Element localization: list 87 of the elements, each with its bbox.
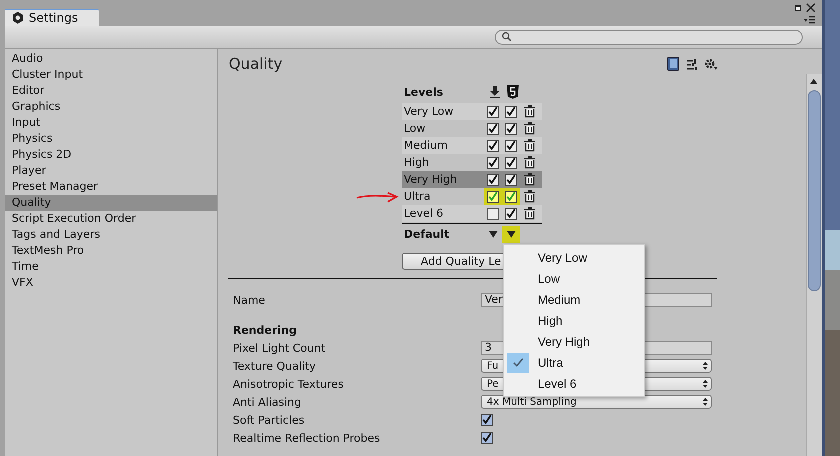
sidebar-item[interactable]: Script Execution Order: [5, 211, 217, 227]
level-name: Ultra: [403, 190, 432, 203]
checkbox[interactable]: [505, 208, 517, 220]
checkbox[interactable]: [487, 208, 499, 220]
level-name: Medium: [403, 139, 449, 152]
menu-item[interactable]: Very High: [504, 331, 644, 352]
sidebar-item[interactable]: Player: [5, 163, 217, 179]
level-name: Very Low: [403, 105, 455, 118]
scrollbar[interactable]: [806, 74, 822, 456]
checkbox[interactable]: [505, 122, 517, 134]
quality-level-row[interactable]: High: [402, 154, 542, 171]
quality-level-row[interactable]: Level 6: [402, 205, 542, 222]
html5-shield-icon: [507, 85, 519, 99]
property-label: Soft Particles: [233, 414, 306, 426]
updown-arrows-icon: [703, 362, 708, 370]
quality-level-row[interactable]: Medium: [402, 137, 542, 154]
level-name: Level 6: [403, 207, 445, 220]
sidebar-item[interactable]: Editor: [5, 83, 217, 99]
sliders-icon[interactable]: [686, 58, 698, 70]
checkbox[interactable]: [505, 106, 517, 118]
updown-arrows-icon: [703, 398, 708, 406]
sidebar-item[interactable]: TextMesh Pro: [5, 243, 217, 259]
level-name: High: [403, 156, 430, 169]
download-icon: [490, 86, 500, 98]
checkbox[interactable]: [487, 106, 499, 118]
sidebar-item[interactable]: Audio: [5, 51, 217, 67]
quality-level-row[interactable]: Very Low: [402, 103, 542, 120]
search-field[interactable]: [495, 30, 803, 44]
trash-icon[interactable]: [524, 105, 536, 118]
property-label: Anisotropic Textures: [233, 378, 345, 390]
checkbox[interactable]: [505, 174, 517, 186]
property-label: Name: [233, 294, 266, 306]
search-icon: [502, 32, 512, 42]
checkbox[interactable]: [487, 140, 499, 152]
property-label: Anti Aliasing: [233, 396, 302, 408]
menu-icon[interactable]: [804, 16, 816, 24]
sidebar-item[interactable]: Input: [5, 115, 217, 131]
default-label: Default: [403, 228, 451, 240]
gear-icon: [11, 11, 25, 25]
sidebar-item[interactable]: Graphics: [5, 99, 217, 115]
level-name: Very High: [403, 173, 458, 186]
level-name: Low: [403, 122, 427, 135]
property-label: Pixel Light Count: [233, 342, 327, 354]
trash-icon[interactable]: [524, 139, 536, 152]
sidebar-item[interactable]: VFX: [5, 275, 217, 291]
trash-icon[interactable]: [524, 156, 536, 169]
checkbox[interactable]: [505, 156, 517, 168]
dropdown[interactable]: 4x Multi Sampling: [481, 395, 712, 409]
checkbox[interactable]: [505, 140, 517, 152]
settings-tab[interactable]: Settings: [5, 9, 99, 26]
trash-icon[interactable]: [524, 173, 536, 186]
trash-icon[interactable]: [524, 207, 536, 220]
help-book-icon[interactable]: [667, 57, 680, 71]
trash-icon[interactable]: [524, 190, 536, 203]
sidebar-item[interactable]: Time: [5, 259, 217, 275]
updown-arrows-icon: [703, 380, 708, 388]
quality-level-row[interactable]: Ultra: [402, 188, 542, 205]
sidebar-item[interactable]: Preset Manager: [5, 179, 217, 195]
checkbox[interactable]: [481, 414, 493, 426]
maximize-icon[interactable]: [794, 4, 802, 12]
checkbox[interactable]: [481, 432, 493, 444]
sidebar-item[interactable]: Tags and Layers: [5, 227, 217, 243]
checkmark-icon: [512, 358, 524, 368]
property-label: Texture Quality: [233, 360, 318, 372]
quality-level-row[interactable]: Low: [402, 120, 542, 137]
sidebar-item[interactable]: Physics: [5, 131, 217, 147]
checkbox[interactable]: [487, 122, 499, 134]
page-title: Quality: [229, 55, 284, 73]
property-label: Realtime Reflection Probes: [233, 432, 382, 444]
checkbox[interactable]: [487, 156, 499, 168]
checkbox[interactable]: [505, 190, 517, 202]
menu-item[interactable]: Low: [504, 268, 644, 289]
settings-icon[interactable]: [704, 58, 718, 70]
sidebar-item[interactable]: Quality: [5, 195, 217, 211]
sidebar-item[interactable]: Physics 2D: [5, 147, 217, 163]
checkbox[interactable]: [487, 190, 499, 202]
checkbox[interactable]: [487, 174, 499, 186]
section-heading: Rendering: [233, 324, 298, 336]
quality-level-row[interactable]: Very High: [402, 171, 542, 188]
sidebar-item[interactable]: Cluster Input: [5, 67, 217, 83]
trash-icon[interactable]: [524, 122, 536, 135]
close-icon[interactable]: [806, 3, 816, 13]
menu-item[interactable]: Ultra: [504, 352, 644, 373]
levels-heading: Levels: [403, 86, 444, 98]
menu-item[interactable]: High: [504, 310, 644, 331]
menu-item[interactable]: Medium: [504, 289, 644, 310]
menu-item[interactable]: Level 6: [504, 373, 644, 394]
